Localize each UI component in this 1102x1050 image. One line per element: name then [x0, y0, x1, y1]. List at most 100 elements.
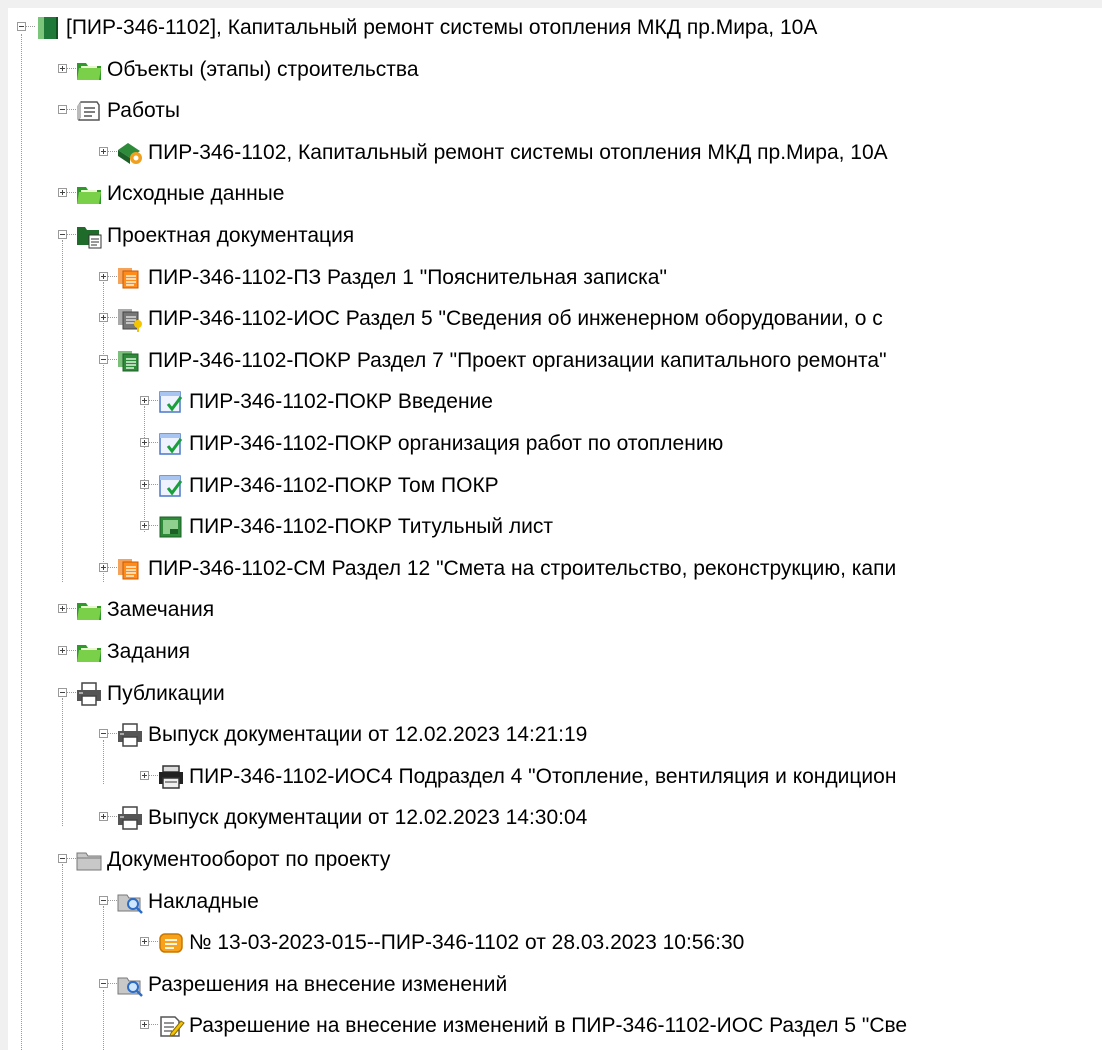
tree-node-label: Замечания	[107, 598, 215, 622]
tree-node-label: Публикации	[107, 681, 225, 705]
tree-node[interactable]: Выпуск документации от 12.02.2023 14:30:…	[8, 798, 1102, 838]
expand-toggle[interactable]	[99, 146, 108, 156]
tree-node[interactable]: Выпуск документации от 12.02.2023 14:21:…	[8, 715, 1102, 755]
green-folder-icon	[75, 181, 103, 207]
approved-document-icon	[157, 473, 185, 499]
expand-toggle[interactable]	[99, 562, 108, 572]
tree-node-label: Исходные данные	[107, 182, 285, 206]
tree-node[interactable]: ПИР-346-1102-ИОС4 Подраздел 4 "Отопление…	[8, 757, 1102, 797]
tree-node-label: ПИР-346-1102-ПОКР Том ПОКР	[189, 473, 499, 497]
tree-node-label: ПИР-346-1102-ИОС Раздел 5 "Сведения об и…	[148, 307, 883, 331]
tree-node[interactable]: ПИР-346-1102-ПЗ Раздел 1 "Пояснительная …	[8, 258, 1102, 298]
work-task-icon	[116, 140, 144, 166]
tree-node-label: Работы	[107, 99, 180, 123]
tree-node[interactable]: ПИР-346-1102-ПОКР организация работ по о…	[8, 424, 1102, 464]
expand-toggle[interactable]	[140, 1020, 149, 1030]
dark-green-doc-folder-icon	[75, 223, 103, 249]
tree-node-label: ПИР-346-1102-СМ Раздел 12 "Смета на стро…	[148, 556, 897, 580]
tree-node-label: ПИР-346-1102-ПЗ Раздел 1 "Пояснительная …	[148, 265, 667, 289]
expand-toggle[interactable]	[99, 271, 108, 281]
approved-document-icon	[157, 389, 185, 415]
expand-toggle[interactable]	[58, 646, 67, 655]
tree-node-label: Разрешение на внесение изменений в ПИР-3…	[189, 1014, 908, 1038]
tree-node-label: Выпуск документации от 12.02.2023 14:30:…	[148, 806, 588, 830]
expand-toggle[interactable]	[140, 479, 149, 489]
change-permit-icon	[157, 1013, 185, 1039]
tree-node[interactable]: Документооборот по проекту	[8, 840, 1102, 880]
search-folder-icon	[116, 972, 144, 998]
printer-icon	[75, 681, 103, 707]
expand-toggle[interactable]	[99, 812, 108, 822]
tree-node[interactable]: ПИР-346-1102-СМ Раздел 12 "Смета на стро…	[8, 549, 1102, 589]
tree-node[interactable]: [ПИР-346-1102], Капитальный ремонт систе…	[8, 8, 1102, 48]
tree-node-label: ПИР-346-1102-ИОС4 Подраздел 4 "Отопление…	[189, 764, 897, 788]
gray-folder-icon	[75, 847, 103, 873]
tree-node[interactable]: ПИР-346-1102, Капитальный ремонт системы…	[8, 133, 1102, 173]
green-folder-icon	[75, 597, 103, 623]
tree-node-label: Накладные	[148, 889, 259, 913]
collapse-toggle[interactable]	[58, 854, 67, 863]
green-doc-stack-icon	[116, 348, 144, 374]
tree-node[interactable]: Публикации	[8, 674, 1102, 714]
tree-node[interactable]: ПИР-346-1102-ПОКР Титульный лист	[8, 507, 1102, 547]
gray-doc-stack-key-icon	[116, 306, 144, 333]
tree-node-label: Документооборот по проекту	[107, 848, 391, 871]
tree-node[interactable]: ПИР-346-1102-ПОКР Том ПОКР	[8, 466, 1102, 506]
tree-node[interactable]: Объекты (этапы) строительства	[8, 50, 1102, 90]
tree-node[interactable]: Замечания	[8, 590, 1102, 630]
tree-node[interactable]: Накладные	[8, 882, 1102, 922]
tree-node[interactable]: Задания	[8, 632, 1102, 672]
collapse-toggle[interactable]	[58, 687, 67, 697]
expand-toggle[interactable]	[140, 770, 149, 780]
tree-node-label: Разрешения на внесение изменений	[148, 972, 508, 996]
collapse-toggle[interactable]	[99, 978, 108, 988]
tree-node[interactable]: ПИР-346-1102-ПОКР Введение	[8, 382, 1102, 422]
collapse-toggle[interactable]	[99, 895, 108, 905]
collapse-toggle[interactable]	[99, 354, 108, 364]
tree-node[interactable]: ПИР-346-1102-ИОС Раздел 5 "Сведения об и…	[8, 299, 1102, 339]
green-folder-icon	[75, 639, 103, 665]
orange-doc-stack-icon	[116, 265, 144, 291]
project-tree: [ПИР-346-1102], Капитальный ремонт систе…	[8, 8, 1102, 1050]
tree-node-label: Проектная документация	[107, 224, 355, 247]
tree-node[interactable]: ПИР-346-1102-ПОКР Раздел 7 "Проект орган…	[8, 341, 1102, 381]
tree-node-label: ПИР-346-1102-ПОКР Введение	[189, 390, 493, 414]
tree-node-label: ПИР-346-1102-ПОКР Раздел 7 "Проект орган…	[148, 348, 887, 372]
tree-node[interactable]: Разрешение на внесение изменений в ПИР-3…	[8, 1006, 1102, 1046]
works-list-icon	[75, 98, 103, 124]
printer-icon	[116, 722, 144, 748]
collapse-toggle[interactable]	[17, 22, 26, 31]
orange-doc-stack-icon	[116, 556, 144, 582]
tree-node[interactable]: Проектная документация	[8, 216, 1102, 256]
approved-document-icon	[157, 431, 185, 457]
expand-toggle[interactable]	[140, 937, 149, 947]
expand-toggle[interactable]	[140, 438, 149, 447]
tree-node-label: Объекты (этапы) строительства	[107, 57, 419, 81]
collapse-toggle[interactable]	[99, 729, 108, 739]
collapse-toggle[interactable]	[58, 105, 67, 115]
tree-node[interactable]: Разрешения на внесение изменений	[8, 965, 1102, 1005]
tree-node[interactable]: Исходные данные	[8, 174, 1102, 214]
expand-toggle[interactable]	[99, 313, 108, 323]
print-job-icon	[157, 764, 185, 790]
collapse-toggle[interactable]	[58, 230, 67, 239]
tree-node-label: № 13-03-2023-015--ПИР-346-1102 от 28.03.…	[189, 931, 745, 955]
tree-node-label: ПИР-346-1102-ПОКР организация работ по о…	[189, 432, 724, 455]
project-book-icon	[34, 15, 62, 41]
expand-toggle[interactable]	[58, 63, 67, 73]
green-folder-icon	[75, 57, 103, 83]
green-sheet-icon	[157, 514, 185, 540]
tree-node[interactable]: № 13-03-2023-015--ПИР-346-1102 от 28.03.…	[8, 923, 1102, 963]
expand-toggle[interactable]	[140, 396, 149, 406]
expand-toggle[interactable]	[140, 521, 149, 531]
waybill-icon	[157, 930, 185, 956]
tree-node[interactable]: Работы	[8, 91, 1102, 131]
tree-node-label: ПИР-346-1102, Капитальный ремонт системы…	[148, 140, 888, 164]
printer-icon	[116, 805, 144, 831]
expand-toggle[interactable]	[58, 604, 67, 614]
tree-node-label: ПИР-346-1102-ПОКР Титульный лист	[189, 515, 553, 539]
tree-node-label: Выпуск документации от 12.02.2023 14:21:…	[148, 723, 588, 747]
expand-toggle[interactable]	[58, 188, 67, 198]
search-folder-icon	[116, 889, 144, 915]
tree-node-label: [ПИР-346-1102], Капитальный ремонт систе…	[66, 16, 818, 39]
